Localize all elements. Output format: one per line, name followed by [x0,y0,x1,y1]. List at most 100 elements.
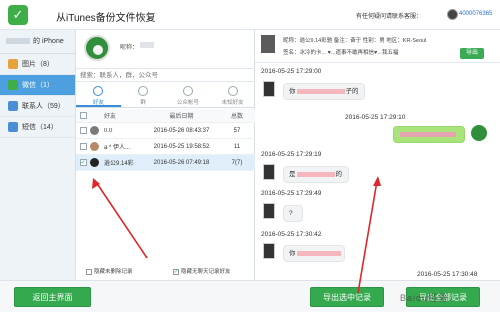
my-avatar [471,125,487,141]
friend-table: 好友 最后日期 总数 0.0 2016-05-26 08:43:37 57 a … [76,109,255,171]
tab-groups[interactable]: 群 [121,84,166,107]
avatar [90,158,99,167]
option-label: 隐藏未删除记录 [94,269,133,275]
message-bubble: ? [283,205,303,222]
message-timestamp: 2016-05-25 17:29:49 [261,190,322,197]
export-selected-button[interactable]: 导出选中记录 [310,287,384,307]
friend-name: a * 伊人... [104,145,131,151]
account-avatar [84,35,110,61]
message-text: 你 [289,88,296,95]
message-text: ? [289,210,293,217]
support-id-link[interactable]: 4000076365 [459,11,492,17]
sidebar-item-sms[interactable]: 短信（14） [0,117,75,138]
contact-list-panel: 昵称： 好友 群 公众帐号 未知好友 好友 最后日期 总数 0.0 2016-0… [76,30,255,280]
tab-bar: 好友 群 公众帐号 未知好友 [76,84,255,108]
help-text: 有任何疑问请联系客服： [356,14,423,20]
tab-friends[interactable]: 好友 [76,84,121,107]
unknown-friend-icon [227,86,238,96]
nick-label: 昵称： [120,45,139,51]
sidebar: 的 iPhone 图片（8） 微信（1） 联系人（59） 短信（14） [0,30,76,280]
sidebar-item-photos[interactable]: 图片（8） [0,54,75,75]
watermark: Baidu经验 [400,293,449,303]
search-input[interactable] [76,69,255,81]
title-bar: ✓ 从iTunes备份文件恢复 有任何疑问请联系客服： 4000076365 [0,0,500,30]
redacted-text [296,171,335,177]
col-header-date[interactable]: 最后日期 [144,111,219,120]
friend-avatar [263,81,275,97]
chat-header: 昵称：逍公9.14彩驰 备注：奋于 性别：男 地区：KR-Seoul 签名：冰冷… [255,30,500,63]
table-row[interactable]: ✓ 逍公9.14彩 2016-05-26 07:49:18 7(7) [76,155,255,171]
contacts-icon [8,101,18,112]
tab-label: 公众帐号 [176,100,199,106]
user-avatar[interactable] [447,9,458,20]
last-date: 2016-05-26 08:43:37 [153,127,210,134]
chat-panel: 昵称：逍公9.14彩驰 备注：奋于 性别：男 地区：KR-Seoul 签名：冰冷… [255,30,500,280]
friend-avatar [263,164,275,180]
export-button[interactable]: 导出 [460,48,484,59]
wechat-icon [8,80,18,91]
friend-avatar [261,35,275,53]
message-total: 11 [233,143,241,150]
friend-signature: 签名：冰冷的卡... ♥...遗事不敢再相信♥...我五福 [283,50,399,56]
table-row[interactable]: 0.0 2016-05-26 08:43:37 57 [76,123,255,139]
friend-name: 0.0 [104,127,113,134]
tab-label: 群 [140,100,146,106]
sidebar-item-contacts[interactable]: 联系人（59） [0,96,75,117]
tab-label: 未知好友 [221,100,244,106]
sidebar-item-label: 联系人（59） [22,103,65,110]
col-header-name[interactable]: 好友 [104,111,144,120]
device-header: 的 iPhone [0,30,75,54]
message-total: 7(7) [231,159,243,166]
message-total: 57 [233,127,241,134]
message-timestamp: 2016-05-25 17:29:00 [261,68,322,75]
hide-deleted-checkbox[interactable] [86,268,92,275]
device-label: 的 iPhone [33,38,64,45]
nick-blur [140,42,154,48]
avatar [90,126,99,135]
message-text: 你 [289,250,296,257]
friend-info: 昵称：逍公9.14彩驰 备注：奋于 性别：男 地区：KR-Seoul [283,38,427,44]
search-box [76,68,255,82]
back-to-main-button[interactable]: 返回主界面 [14,287,91,307]
message-bubble: 是的 [283,166,349,183]
redacted-text [296,250,341,256]
tab-official-accounts[interactable]: 公众帐号 [166,84,211,107]
friend-icon [93,86,104,96]
sidebar-item-label: 图片（8） [22,61,54,68]
hide-empty-option[interactable]: ✓ 隐藏无聊天记录好友 [173,267,231,275]
sidebar-item-wechat[interactable]: 微信（1） [0,75,75,96]
message-text: 子的 [345,88,359,95]
message-bubble: 你 子的 [283,83,365,100]
sidebar-item-label: 微信（1） [22,82,54,89]
message-bubble-sent [393,126,465,143]
table-row[interactable]: a * 伊人... 2016-05-25 19:58:52 11 [76,139,255,155]
select-all-checkbox[interactable] [79,111,87,119]
list-options: 隐藏未删除记录 ✓ 隐藏无聊天记录好友 [76,262,255,280]
sidebar-item-label: 短信（14） [22,124,58,131]
message-text: 是 [289,171,296,178]
group-icon [138,86,149,96]
tab-unknown-friends[interactable]: 未知好友 [210,84,255,107]
avatar [90,142,99,151]
app-logo-icon: ✓ [8,5,28,25]
message-timestamp: 2016-05-25 17:30:42 [261,231,322,238]
col-header-total[interactable]: 总数 [219,111,255,120]
hide-empty-checkbox[interactable]: ✓ [173,268,179,275]
message-bubble: 你 [283,245,345,262]
app-title: 从iTunes备份文件恢复 [56,13,156,24]
message-text: 的 [335,171,343,178]
row-checkbox[interactable] [79,142,87,150]
message-timestamp: 2016-05-25 17:30:48 [417,271,478,278]
row-checkbox[interactable] [79,126,87,134]
account-header: 昵称： [76,30,255,66]
message-timestamp: 2016-05-25 17:29:19 [261,151,322,158]
photo-icon [8,59,18,70]
friend-avatar [263,203,275,219]
hide-deleted-option[interactable]: 隐藏未删除记录 [86,267,133,275]
device-name-blur [6,38,30,45]
sms-icon [8,122,18,133]
table-header: 好友 最后日期 总数 [76,109,255,123]
row-checkbox[interactable]: ✓ [79,158,87,166]
tab-label: 好友 [92,100,104,106]
option-label: 隐藏无聊天记录好友 [181,269,231,275]
